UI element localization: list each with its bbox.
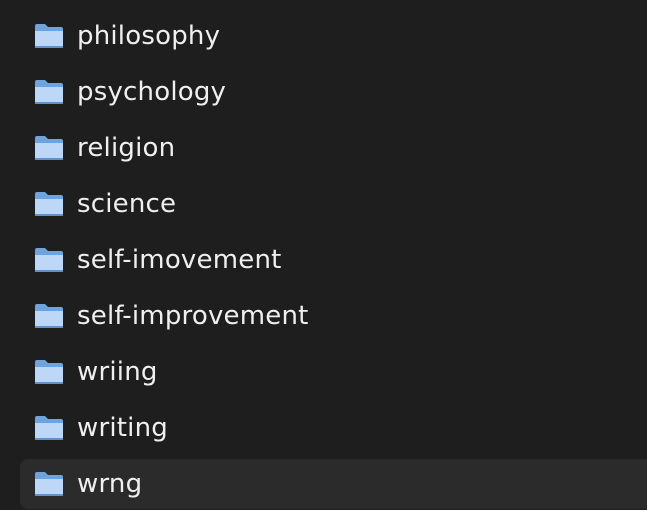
folder-icon (35, 192, 63, 216)
folder-icon (35, 416, 63, 440)
folder-icon (35, 304, 63, 328)
folder-row-religion[interactable]: religion (0, 120, 647, 176)
folder-icon (35, 472, 63, 496)
folder-label: self-improvement (77, 301, 309, 331)
folder-row-wriing[interactable]: wriing (0, 344, 647, 400)
folder-row-philosophy[interactable]: philosophy (0, 8, 647, 64)
folder-icon (35, 80, 63, 104)
folder-label: philosophy (77, 21, 221, 51)
folder-label: psychology (77, 77, 227, 107)
folder-row-science[interactable]: science (0, 176, 647, 232)
folder-label: science (77, 189, 177, 219)
folder-label: wrng (77, 469, 143, 499)
folder-list: philosophy psychology religion science s… (0, 8, 647, 509)
folder-icon (35, 360, 63, 384)
folder-label: writing (77, 413, 168, 443)
folder-label: wriing (77, 357, 158, 387)
folder-row-writing[interactable]: writing (0, 400, 647, 456)
folder-icon (35, 24, 63, 48)
folder-label: self-imovement (77, 245, 282, 275)
folder-icon (35, 248, 63, 272)
folder-row-wrng[interactable]: wrng (20, 459, 647, 509)
folder-row-self-improvement[interactable]: self-improvement (0, 288, 647, 344)
folder-icon (35, 136, 63, 160)
folder-row-self-imovement[interactable]: self-imovement (0, 232, 647, 288)
folder-label: religion (77, 133, 176, 163)
folder-row-psychology[interactable]: psychology (0, 64, 647, 120)
